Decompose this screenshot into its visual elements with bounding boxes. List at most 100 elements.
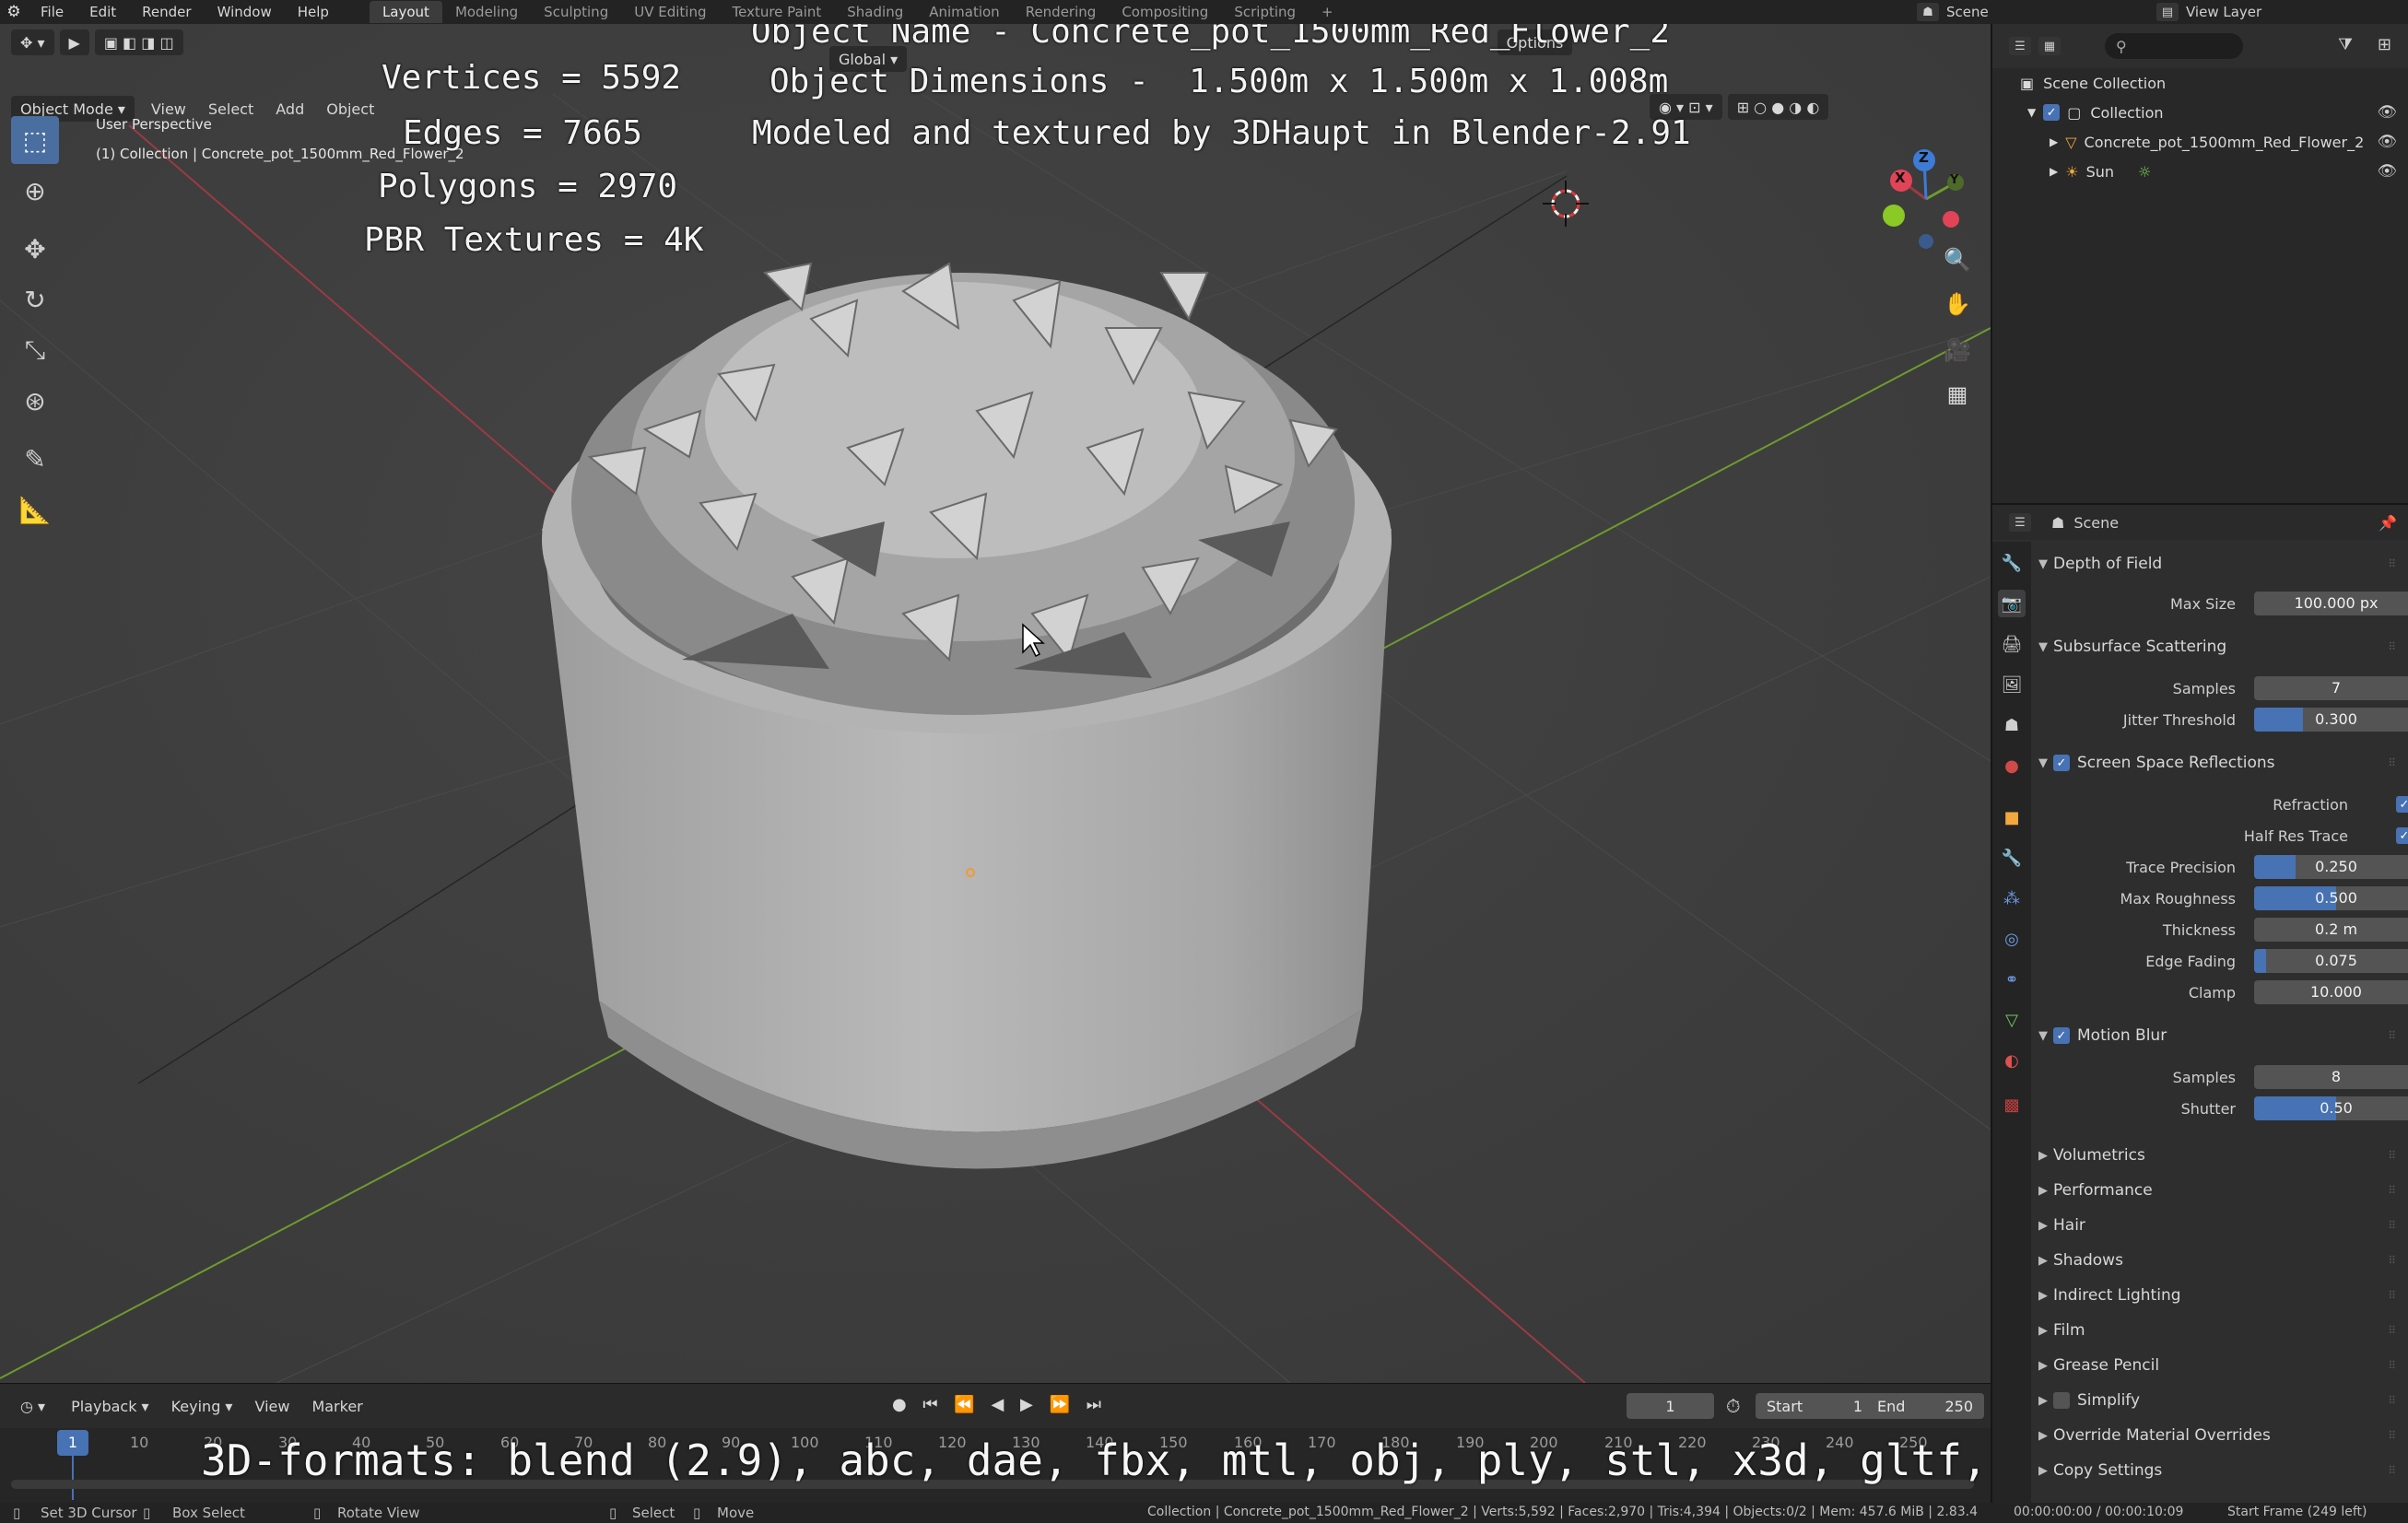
- particles-tab-icon[interactable]: ⁂: [1998, 885, 2026, 912]
- ssr-refraction-checkbox[interactable]: ✓: [2396, 796, 2408, 813]
- mb-shutter-slider[interactable]: 0.50: [2254, 1096, 2408, 1120]
- playhead-line[interactable]: [72, 1456, 74, 1500]
- current-frame-field[interactable]: 1: [1627, 1393, 1714, 1419]
- collection-checkbox[interactable]: ✓: [2043, 104, 2061, 121]
- scene-tab-icon[interactable]: ☗: [1998, 711, 2026, 739]
- menu-window[interactable]: Window: [205, 4, 285, 20]
- ssr-half-res-checkbox[interactable]: ✓: [2396, 827, 2408, 844]
- drag-handle-icon[interactable]: ⠿: [2388, 1324, 2396, 1337]
- section-indirect-lighting[interactable]: ▶ Indirect Lighting ⠿: [2035, 1281, 2403, 1310]
- tab-shading[interactable]: Shading: [834, 1, 916, 23]
- sss-samples-field[interactable]: 7: [2254, 676, 2408, 700]
- ssr-edge-fading-slider[interactable]: 0.075: [2254, 949, 2408, 973]
- world-tab-icon[interactable]: ●: [1998, 752, 2026, 779]
- visibility-eye-icon[interactable]: 👁: [2377, 103, 2397, 122]
- data-tab-icon[interactable]: ▽: [1998, 1006, 2026, 1034]
- playhead-frame[interactable]: 1: [57, 1430, 88, 1456]
- drag-handle-icon[interactable]: ⠿: [2388, 1429, 2396, 1442]
- outliner-object-pot[interactable]: ▶ ▽ Concrete_pot_1500mm_Red_Flower_2 👁: [1992, 127, 2408, 157]
- drag-handle-icon[interactable]: ⠿: [2388, 1219, 2396, 1232]
- tab-modeling[interactable]: Modeling: [442, 1, 531, 23]
- modifier-tab-icon[interactable]: 🔧: [1998, 844, 2026, 872]
- outliner-scene-collection[interactable]: ▣ Scene Collection: [1992, 68, 2408, 98]
- section-film[interactable]: ▶ Film ⠿: [2035, 1316, 2403, 1345]
- select-box-tool[interactable]: ⬚: [11, 116, 59, 164]
- ssr-roughness-slider[interactable]: 0.500: [2254, 886, 2408, 910]
- menu-render[interactable]: Render: [129, 4, 204, 20]
- section-material-overrides[interactable]: ▶ Override Material Overrides ⠿: [2035, 1421, 2403, 1450]
- 3d-viewport[interactable]: X Z Y ✥ ▾ ▶ ▣ ◧ ◨ ◫ Options Global ▾ ◉ ▾…: [0, 24, 1991, 1383]
- pin-icon[interactable]: 📌: [2379, 514, 2397, 532]
- zoom-icon[interactable]: 🔍: [1939, 241, 1976, 278]
- ortho-grid-icon[interactable]: ▦: [1939, 376, 1976, 413]
- ssr-trace-slider[interactable]: 0.250: [2254, 855, 2408, 879]
- sss-jitter-slider[interactable]: 0.300: [2254, 708, 2408, 732]
- menu-edit[interactable]: Edit: [76, 4, 129, 20]
- drag-handle-icon[interactable]: ⠿: [2388, 1289, 2396, 1302]
- clock-icon[interactable]: ⏱: [1726, 1395, 1741, 1417]
- visibility-eye-icon[interactable]: 👁: [2377, 162, 2397, 181]
- filter-icon[interactable]: ⧩: [2338, 35, 2353, 54]
- outliner-collection[interactable]: ▼ ✓ ▢ Collection 👁: [1992, 98, 2408, 127]
- menu-help[interactable]: Help: [285, 4, 342, 20]
- ssr-thickness-field[interactable]: 0.2 m: [2254, 918, 2408, 942]
- view-layer-name[interactable]: View Layer: [2186, 4, 2261, 20]
- drag-handle-icon[interactable]: ⠿: [2388, 1184, 2396, 1197]
- select-tool-icon[interactable]: ▶: [59, 29, 89, 55]
- blender-logo-icon[interactable]: ⚙: [0, 0, 28, 24]
- drag-handle-icon[interactable]: ⠿: [2388, 1394, 2396, 1407]
- expand-arrow-icon[interactable]: ▶: [2050, 135, 2058, 148]
- timeline-editor[interactable]: ◷ ▾ Playback ▾ Keying ▾ View Marker ● ⏮ …: [0, 1383, 2089, 1503]
- timeline-editor-type-icon[interactable]: ◷ ▾: [11, 1393, 55, 1419]
- section-motion-blur[interactable]: ▼ ✓ Motion Blur ⠿: [2035, 1021, 2403, 1050]
- visibility-eye-icon[interactable]: 👁: [2377, 133, 2397, 151]
- playback-controls[interactable]: ● ⏮ ⏪ ◀ ▶ ⏩ ⏭: [892, 1395, 1107, 1414]
- cursor-tool[interactable]: ⊕: [11, 167, 59, 215]
- motion-blur-checkbox[interactable]: ✓: [2053, 1027, 2070, 1044]
- render-tab-icon[interactable]: 📷: [1998, 590, 2026, 617]
- shading-modes[interactable]: ⊞ ○ ● ◑ ◐: [1727, 94, 1829, 120]
- start-frame-field[interactable]: Start 1: [1756, 1393, 1874, 1419]
- expand-arrow-icon[interactable]: ▼: [2027, 106, 2036, 119]
- ssr-enable-checkbox[interactable]: ✓: [2053, 755, 2070, 771]
- display-mode-icon[interactable]: ▦: [2038, 37, 2061, 55]
- menu-add[interactable]: Add: [264, 100, 315, 118]
- section-simplify[interactable]: ▶ Simplify ⠿: [2035, 1386, 2403, 1415]
- drag-handle-icon[interactable]: ⠿: [2388, 1029, 2396, 1042]
- outliner-search-input[interactable]: ⚲: [2105, 33, 2243, 59]
- tab-layout[interactable]: Layout: [369, 1, 442, 23]
- section-performance[interactable]: ▶ Performance ⠿: [2035, 1176, 2403, 1205]
- object-tab-icon[interactable]: ■: [1998, 803, 2026, 831]
- scene-selector[interactable]: ☗ Scene: [1917, 0, 1989, 24]
- physics-tab-icon[interactable]: ◎: [1998, 925, 2026, 953]
- tab-texture-paint[interactable]: Texture Paint: [719, 1, 834, 23]
- menu-keying[interactable]: Keying ▾: [160, 1398, 244, 1415]
- section-copy-settings[interactable]: ▶ Copy Settings ⠿: [2035, 1456, 2403, 1485]
- drag-handle-icon[interactable]: ⠿: [2388, 640, 2396, 653]
- view-layer-tab-icon[interactable]: 🖼: [1998, 671, 2026, 698]
- tab-animation[interactable]: Animation: [916, 1, 1012, 23]
- section-screen-space-reflections[interactable]: ▼ ✓ Screen Space Reflections ⠿: [2035, 748, 2403, 778]
- tool-tab-icon[interactable]: 🔧: [1998, 549, 2026, 577]
- drag-handle-icon[interactable]: ⠿: [2388, 1359, 2396, 1372]
- move-tool[interactable]: ✥: [11, 225, 59, 273]
- ssr-clamp-field[interactable]: 10.000: [2254, 980, 2408, 1004]
- drag-handle-icon[interactable]: ⠿: [2388, 1254, 2396, 1267]
- pan-hand-icon[interactable]: ✋: [1939, 286, 1976, 322]
- outliner-object-sun[interactable]: ▶ ☀ Sun ☼ 👁: [1992, 157, 2408, 186]
- menu-object[interactable]: Object: [315, 100, 385, 118]
- dof-max-size-field[interactable]: 100.000 px: [2254, 592, 2408, 615]
- menu-marker[interactable]: Marker: [300, 1398, 373, 1415]
- menu-timeline-view[interactable]: View: [243, 1398, 300, 1415]
- select-mode-icons[interactable]: ▣ ◧ ◨ ◫: [94, 29, 183, 55]
- add-workspace-button[interactable]: +: [1309, 1, 1346, 23]
- section-volumetrics[interactable]: ▶ Volumetrics ⠿: [2035, 1141, 2403, 1170]
- tab-rendering[interactable]: Rendering: [1013, 1, 1110, 23]
- tab-sculpting[interactable]: Sculpting: [531, 1, 621, 23]
- texture-tab-icon[interactable]: ▩: [1998, 1091, 2026, 1119]
- menu-select[interactable]: Select: [197, 100, 264, 118]
- tab-scripting[interactable]: Scripting: [1221, 1, 1309, 23]
- outliner-editor-icon[interactable]: ☰: [2009, 37, 2031, 55]
- outliner-panel[interactable]: ☰ ▦ ⚲ ⧩ ⊞ ▣ Scene Collection ▼ ✓ ▢ Colle…: [1991, 24, 2408, 503]
- output-tab-icon[interactable]: 🖨: [1998, 630, 2026, 658]
